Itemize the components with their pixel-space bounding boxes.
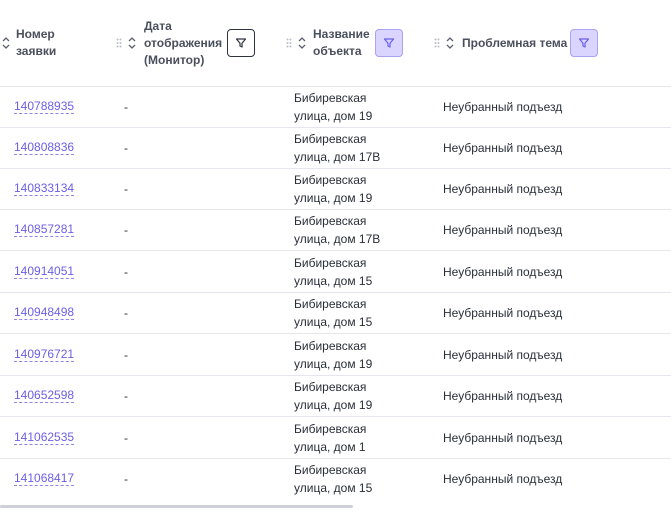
table-row[interactable]: 140808836 - Бибиревская улица, дом 17В Не… — [0, 127, 671, 169]
request-number-link[interactable]: 140788935 — [14, 99, 75, 114]
request-number-cell: 140976721 — [14, 334, 75, 375]
requests-table: Номер заявки Дата отображения (Монитор) … — [0, 0, 671, 512]
column-header-label: Номер заявки — [16, 27, 57, 58]
problem-topic-cell: Неубранный подъезд — [443, 347, 563, 362]
funnel-filter-icon — [578, 38, 590, 48]
table-row[interactable]: 141068417 - Бибиревская улица, дом 15 Неу… — [0, 458, 671, 499]
display-date-cell: - — [124, 99, 128, 114]
display-date-cell: - — [124, 388, 128, 403]
column-header-label: Проблемная тема — [462, 35, 568, 50]
display-date-cell: - — [124, 347, 128, 362]
drag-handle-icon[interactable] — [432, 38, 442, 48]
object-name-cell: Бибиревская улица, дом 19 — [294, 338, 373, 371]
display-date-cell: - — [124, 305, 128, 320]
request-number-link[interactable]: 141062535 — [14, 430, 75, 445]
request-number-link[interactable]: 140857281 — [14, 222, 75, 237]
table-row[interactable]: 140948498 - Бибиревская улица, дом 15 Неу… — [0, 292, 671, 334]
display-date-cell: - — [124, 222, 128, 237]
request-number-cell: 140833134 — [14, 168, 75, 209]
table-row[interactable]: 140652598 - Бибиревская улица, дом 19 Неу… — [0, 375, 671, 417]
display-date-cell: - — [124, 471, 128, 486]
table-header: Номер заявки Дата отображения (Монитор) … — [0, 0, 671, 87]
object-name-cell: Бибиревская улица, дом 15 — [294, 255, 373, 288]
table-row[interactable]: 140976721 - Бибиревская улица, дом 19 Неу… — [0, 334, 671, 376]
request-number-link[interactable]: 141068417 — [14, 471, 75, 486]
request-number-link[interactable]: 140914051 — [14, 264, 75, 279]
display-date-cell: - — [124, 264, 128, 279]
drag-handle-icon[interactable] — [114, 38, 124, 48]
problem-topic-cell: Неубранный подъезд — [443, 264, 563, 279]
problem-topic-cell: Неубранный подъезд — [443, 430, 563, 445]
object-name-cell: Бибиревская улица, дом 1 — [294, 421, 367, 454]
table-row[interactable]: 140857281 - Бибиревская улица, дом 17В Не… — [0, 209, 671, 251]
column-header-display-date: Дата отображения (Монитор) — [114, 0, 284, 86]
sort-icon[interactable] — [296, 36, 308, 50]
filter-button[interactable] — [375, 29, 403, 57]
request-number-link[interactable]: 140948498 — [14, 305, 75, 320]
problem-topic-cell: Неубранный подъезд — [443, 181, 563, 196]
sort-icon[interactable] — [444, 36, 456, 50]
object-name-cell: Бибиревская улица, дом 19 — [294, 379, 373, 412]
column-header-problem-topic: Проблемная тема — [432, 0, 671, 86]
problem-topic-cell: Неубранный подъезд — [443, 471, 563, 486]
table-row[interactable]: 140914051 - Бибиревская улица, дом 15 Неу… — [0, 251, 671, 293]
column-header-object-name: Название объекта — [284, 0, 429, 86]
problem-topic-cell: Неубранный подъезд — [443, 305, 563, 320]
object-name-cell: Бибиревская улица, дом 17В — [294, 213, 381, 246]
problem-topic-cell: Неубранный подъезд — [443, 99, 563, 114]
display-date-cell: - — [124, 181, 128, 196]
problem-topic-cell: Неубранный подъезд — [443, 222, 563, 237]
request-number-cell: 140914051 — [14, 251, 75, 292]
object-name-cell: Бибиревская улица, дом 15 — [294, 296, 373, 329]
table-row[interactable]: 141062535 - Бибиревская улица, дом 1 Неуб… — [0, 417, 671, 459]
filter-button[interactable] — [570, 29, 598, 57]
table-row[interactable]: 140833134 - Бибиревская улица, дом 19 Неу… — [0, 168, 671, 210]
display-date-cell: - — [124, 430, 128, 445]
request-number-cell: 140652598 — [14, 375, 75, 416]
column-header-request-number: Номер заявки — [0, 0, 110, 86]
table-row[interactable]: 140788935 - Бибиревская улица, дом 19 Неу… — [0, 86, 671, 128]
funnel-filter-icon — [383, 38, 395, 48]
request-number-cell: 140788935 — [14, 86, 75, 127]
problem-topic-cell: Неубранный подъезд — [443, 388, 563, 403]
sort-icon[interactable] — [126, 36, 138, 50]
object-name-cell: Бибиревская улица, дом 17В — [294, 131, 381, 164]
request-number-cell: 141068417 — [14, 458, 75, 499]
request-number-cell: 140948498 — [14, 292, 75, 333]
horizontal-scrollbar[interactable] — [0, 505, 353, 508]
request-number-cell: 140808836 — [14, 127, 75, 168]
object-name-cell: Бибиревская улица, дом 19 — [294, 90, 373, 123]
problem-topic-cell: Неубранный подъезд — [443, 140, 563, 155]
object-name-cell: Бибиревская улица, дом 19 — [294, 172, 373, 205]
request-number-link[interactable]: 140808836 — [14, 140, 75, 155]
request-number-link[interactable]: 140652598 — [14, 388, 75, 403]
request-number-link[interactable]: 140976721 — [14, 347, 75, 362]
column-header-label: Дата отображения (Монитор) — [144, 18, 223, 67]
funnel-filter-icon — [235, 38, 247, 48]
filter-button[interactable] — [227, 29, 255, 57]
request-number-cell: 140857281 — [14, 209, 75, 250]
request-number-link[interactable]: 140833134 — [14, 181, 75, 196]
column-header-label: Название объекта — [313, 27, 370, 58]
sort-icon[interactable] — [0, 36, 12, 50]
display-date-cell: - — [124, 140, 128, 155]
request-number-cell: 141062535 — [14, 417, 75, 458]
drag-handle-icon[interactable] — [284, 38, 294, 48]
object-name-cell: Бибиревская улица, дом 15 — [294, 462, 373, 495]
